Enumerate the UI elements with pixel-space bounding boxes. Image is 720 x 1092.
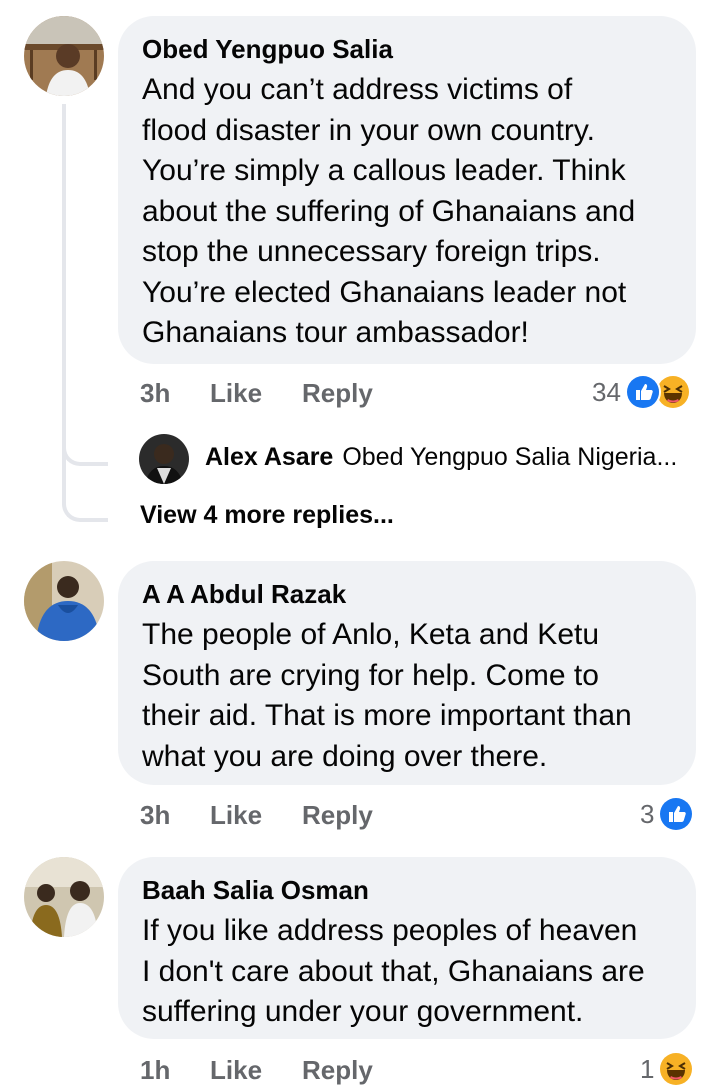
- reaction-count: 34: [592, 376, 621, 407]
- comment-actions: 3h Like Reply: [140, 795, 373, 835]
- comment-text: If you like address peoples of heaven I …: [142, 914, 645, 1028]
- thread-connector: [62, 476, 108, 522]
- like-button[interactable]: Like: [210, 1055, 302, 1086]
- reply-text: Obed Yengpuo Salia Nigeria...: [342, 443, 678, 471]
- comment-author[interactable]: Baah Salia Osman: [142, 875, 670, 905]
- avatar-obed[interactable]: [24, 16, 104, 96]
- reaction-summary[interactable]: 34: [592, 372, 691, 412]
- comment-author[interactable]: A A Abdul Razak: [142, 579, 670, 609]
- timestamp[interactable]: 1h: [140, 1055, 210, 1086]
- reply-preview[interactable]: Alex Asare Obed Yengpuo Salia Nigeria...: [205, 443, 677, 472]
- timestamp[interactable]: 3h: [140, 800, 210, 831]
- comment-bubble: A A Abdul Razak The people of Anlo, Keta…: [118, 561, 696, 785]
- like-button[interactable]: Like: [210, 378, 302, 409]
- haha-icon: [658, 1051, 695, 1087]
- view-more-replies[interactable]: View 4 more replies...: [140, 501, 394, 530]
- avatar-alex[interactable]: [139, 434, 189, 484]
- comment-bubble: Obed Yengpuo Salia And you can’t address…: [118, 16, 696, 364]
- reaction-count: 1: [640, 1053, 655, 1084]
- comment-bubble: Baah Salia Osman If you like address peo…: [118, 857, 696, 1039]
- like-icon: [658, 796, 695, 832]
- reaction-count: 3: [640, 798, 655, 829]
- comment-actions: 3h Like Reply: [140, 373, 373, 413]
- thread-connector: [62, 420, 108, 466]
- reaction-summary[interactable]: 1: [640, 1049, 695, 1089]
- reply-author[interactable]: Alex Asare: [205, 443, 333, 472]
- comment-actions: 1h Like Reply: [140, 1050, 373, 1090]
- reaction-summary[interactable]: 3: [640, 794, 695, 834]
- timestamp[interactable]: 3h: [140, 378, 210, 409]
- reply-button[interactable]: Reply: [302, 378, 373, 409]
- reply-button[interactable]: Reply: [302, 800, 373, 831]
- like-icon: [624, 374, 661, 410]
- comment-author[interactable]: Obed Yengpuo Salia: [142, 34, 670, 64]
- comment-text: The people of Anlo, Keta and Ketu South …: [142, 618, 632, 773]
- like-button[interactable]: Like: [210, 800, 302, 831]
- reply-button[interactable]: Reply: [302, 1055, 373, 1086]
- comment-text: And you can’t address victims of flood d…: [142, 73, 636, 349]
- avatar-baah[interactable]: [24, 857, 104, 937]
- avatar-abdul-razak[interactable]: [24, 561, 104, 641]
